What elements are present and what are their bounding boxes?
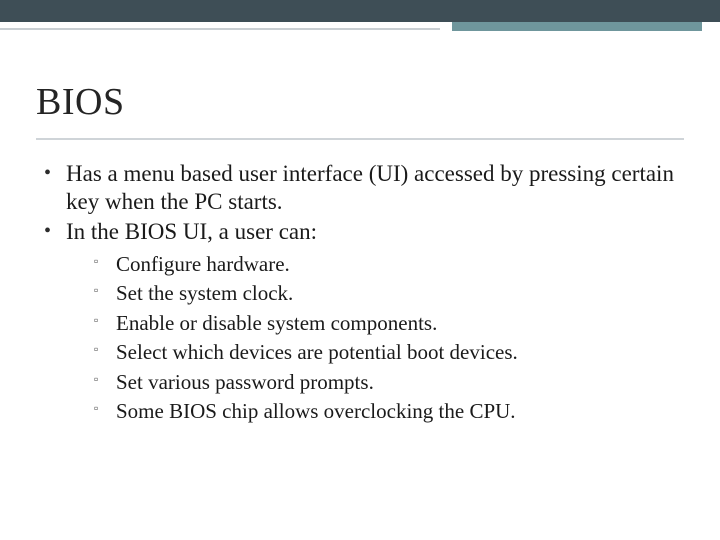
bullet-square-icon: ▫	[94, 309, 116, 337]
list-item-text: Set the system clock.	[116, 279, 676, 307]
list-item: ▫ Set various password prompts.	[94, 368, 676, 396]
list-item: ▫ Enable or disable system components.	[94, 309, 676, 337]
list-item-text: In the BIOS UI, a user can:	[66, 218, 676, 246]
list-item-text: Configure hardware.	[116, 250, 676, 278]
bullet-square-icon: ▫	[94, 397, 116, 425]
slide: BIOS • Has a menu based user interface (…	[0, 0, 720, 540]
bullet-square-icon: ▫	[94, 250, 116, 278]
bullet-square-icon: ▫	[94, 368, 116, 396]
list-item: ▫ Select which devices are potential boo…	[94, 338, 676, 366]
slide-body: • Has a menu based user interface (UI) a…	[0, 140, 720, 425]
list-item-text: Has a menu based user interface (UI) acc…	[66, 160, 676, 216]
list-item-text: Enable or disable system components.	[116, 309, 676, 337]
bullet-dot-icon: •	[44, 218, 66, 246]
accent-block-right	[452, 22, 702, 31]
list-item-text: Some BIOS chip allows overclocking the C…	[116, 397, 676, 425]
list-item: • Has a menu based user interface (UI) a…	[44, 160, 676, 216]
bullet-dot-icon: •	[44, 160, 66, 216]
list-item: ▫ Configure hardware.	[94, 250, 676, 278]
header-accent	[0, 22, 720, 32]
title-area: BIOS	[0, 32, 720, 132]
list-item-text: Set various password prompts.	[116, 368, 676, 396]
slide-title: BIOS	[36, 80, 684, 124]
list-item: ▫ Set the system clock.	[94, 279, 676, 307]
list-item: • In the BIOS UI, a user can:	[44, 218, 676, 246]
bullet-square-icon: ▫	[94, 279, 116, 307]
list-item: ▫ Some BIOS chip allows overclocking the…	[94, 397, 676, 425]
accent-line-left	[0, 28, 440, 30]
list-item-text: Select which devices are potential boot …	[116, 338, 676, 366]
header-bar	[0, 0, 720, 22]
bullet-square-icon: ▫	[94, 338, 116, 366]
sub-list: ▫ Configure hardware. ▫ Set the system c…	[94, 250, 676, 425]
